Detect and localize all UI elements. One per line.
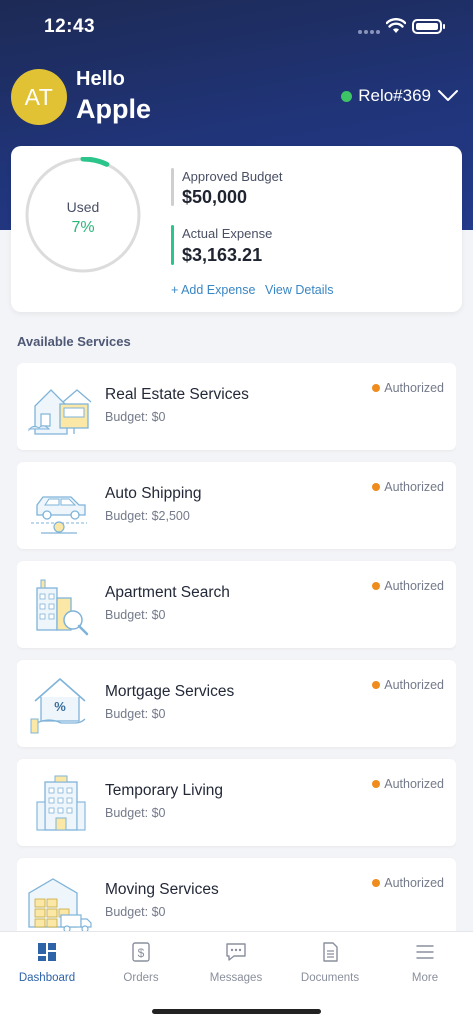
status-dot (372, 879, 381, 887)
status-text: Authorized (384, 480, 444, 494)
used-label: Used (66, 199, 100, 215)
service-card-apartment-search[interactable]: Apartment Search Budget: $0 Authorized (17, 561, 456, 648)
document-icon (323, 942, 338, 962)
wifi-icon (386, 18, 406, 33)
approved-budget-label: Approved Budget (182, 169, 283, 184)
budget-card: Used 7% Approved Budget $50,000 Actual E… (11, 146, 462, 312)
nav-label: Messages (209, 972, 263, 984)
status-badge: Authorized (372, 876, 444, 890)
service-budget: Budget: $0 (105, 707, 166, 721)
dashboard-icon (38, 943, 56, 961)
add-expense-link[interactable]: + Add Expense (171, 283, 255, 297)
chat-icon (226, 943, 246, 961)
service-card-temporary-living[interactable]: Temporary Living Budget: $0 Authorized (17, 759, 456, 846)
relocation-id: Relo#369 (358, 86, 431, 105)
status-dot (372, 384, 381, 392)
actual-expense-label: Actual Expense (182, 226, 273, 241)
status-text: Authorized (384, 381, 444, 395)
service-card-auto-shipping[interactable]: Auto Shipping Budget: $2,500 Authorized (17, 462, 456, 549)
status-bar: 12:43 (0, 0, 473, 54)
status-dot (372, 681, 381, 689)
nav-label: Orders (123, 972, 159, 984)
service-budget: Budget: $0 (105, 905, 166, 919)
nav-label: Dashboard (18, 972, 76, 984)
service-name: Auto Shipping (105, 485, 202, 502)
status-dot (372, 582, 381, 590)
status-text: Authorized (384, 876, 444, 890)
nav-dashboard[interactable]: Dashboard (0, 942, 94, 984)
service-budget: Budget: $0 (105, 410, 166, 424)
actual-indicator (171, 225, 174, 265)
service-card-mortgage[interactable]: % Mortgage Services Budget: $0 Authorize… (17, 660, 456, 747)
chevron-down-icon (438, 90, 458, 101)
status-dot (372, 483, 381, 491)
building-icon (36, 775, 86, 831)
view-details-link[interactable]: View Details (265, 283, 334, 297)
service-budget: Budget: $0 (105, 806, 166, 820)
greeting: Hello (76, 68, 125, 90)
approved-indicator (171, 168, 174, 206)
menu-icon (416, 945, 434, 959)
nav-label: More (411, 972, 439, 984)
battery-icon (412, 19, 445, 34)
service-budget: Budget: $0 (105, 608, 166, 622)
dollar-doc-icon: $ (132, 942, 150, 962)
apartment-search-icon (36, 579, 89, 636)
service-name: Mortgage Services (105, 683, 235, 700)
nav-orders[interactable]: $ Orders (94, 942, 188, 984)
status-badge: Authorized (372, 777, 444, 791)
svg-text:$: $ (138, 946, 145, 960)
house-percent-icon: % (30, 678, 86, 734)
service-card-moving[interactable]: Moving Services Budget: $0 Authorized (17, 858, 456, 931)
budget-usage-ring (25, 157, 141, 273)
status-badge: Authorized (372, 480, 444, 494)
service-name: Moving Services (105, 881, 219, 898)
approved-budget-value: $50,000 (182, 187, 248, 207)
services-list: Real Estate Services Budget: $0 Authoriz… (17, 363, 456, 931)
status-dot (372, 780, 381, 788)
status-text: Authorized (384, 678, 444, 692)
status-badge: Authorized (372, 579, 444, 593)
service-name: Apartment Search (105, 584, 230, 601)
services-section-title: Available Services (17, 334, 131, 349)
status-text: Authorized (384, 579, 444, 593)
actual-expense-value: $3,163.21 (182, 245, 263, 265)
svg-text:%: % (54, 699, 66, 714)
avatar[interactable]: AT (11, 69, 67, 125)
service-budget: Budget: $2,500 (105, 509, 190, 523)
service-card-real-estate[interactable]: Real Estate Services Budget: $0 Authoriz… (17, 363, 456, 450)
service-name: Temporary Living (105, 782, 224, 799)
status-text: Authorized (384, 777, 444, 791)
status-badge: Authorized (372, 678, 444, 692)
car-shipping-icon (31, 496, 87, 534)
nav-more[interactable]: More (378, 942, 472, 984)
service-name: Real Estate Services (105, 386, 249, 403)
house-sign-icon (28, 389, 92, 435)
moving-truck-icon (28, 878, 92, 931)
nav-documents[interactable]: Documents (283, 942, 377, 984)
status-badge: Authorized (372, 381, 444, 395)
used-percent: 7% (71, 219, 95, 236)
relocation-selector[interactable]: Relo#369 (341, 86, 459, 106)
home-indicator (152, 1009, 321, 1014)
status-time: 12:43 (44, 16, 96, 37)
relocation-status-dot (341, 90, 353, 102)
nav-label: Documents (300, 972, 360, 984)
nav-messages[interactable]: Messages (189, 942, 283, 984)
signal-icon (358, 30, 380, 34)
user-name: Apple (76, 94, 152, 124)
